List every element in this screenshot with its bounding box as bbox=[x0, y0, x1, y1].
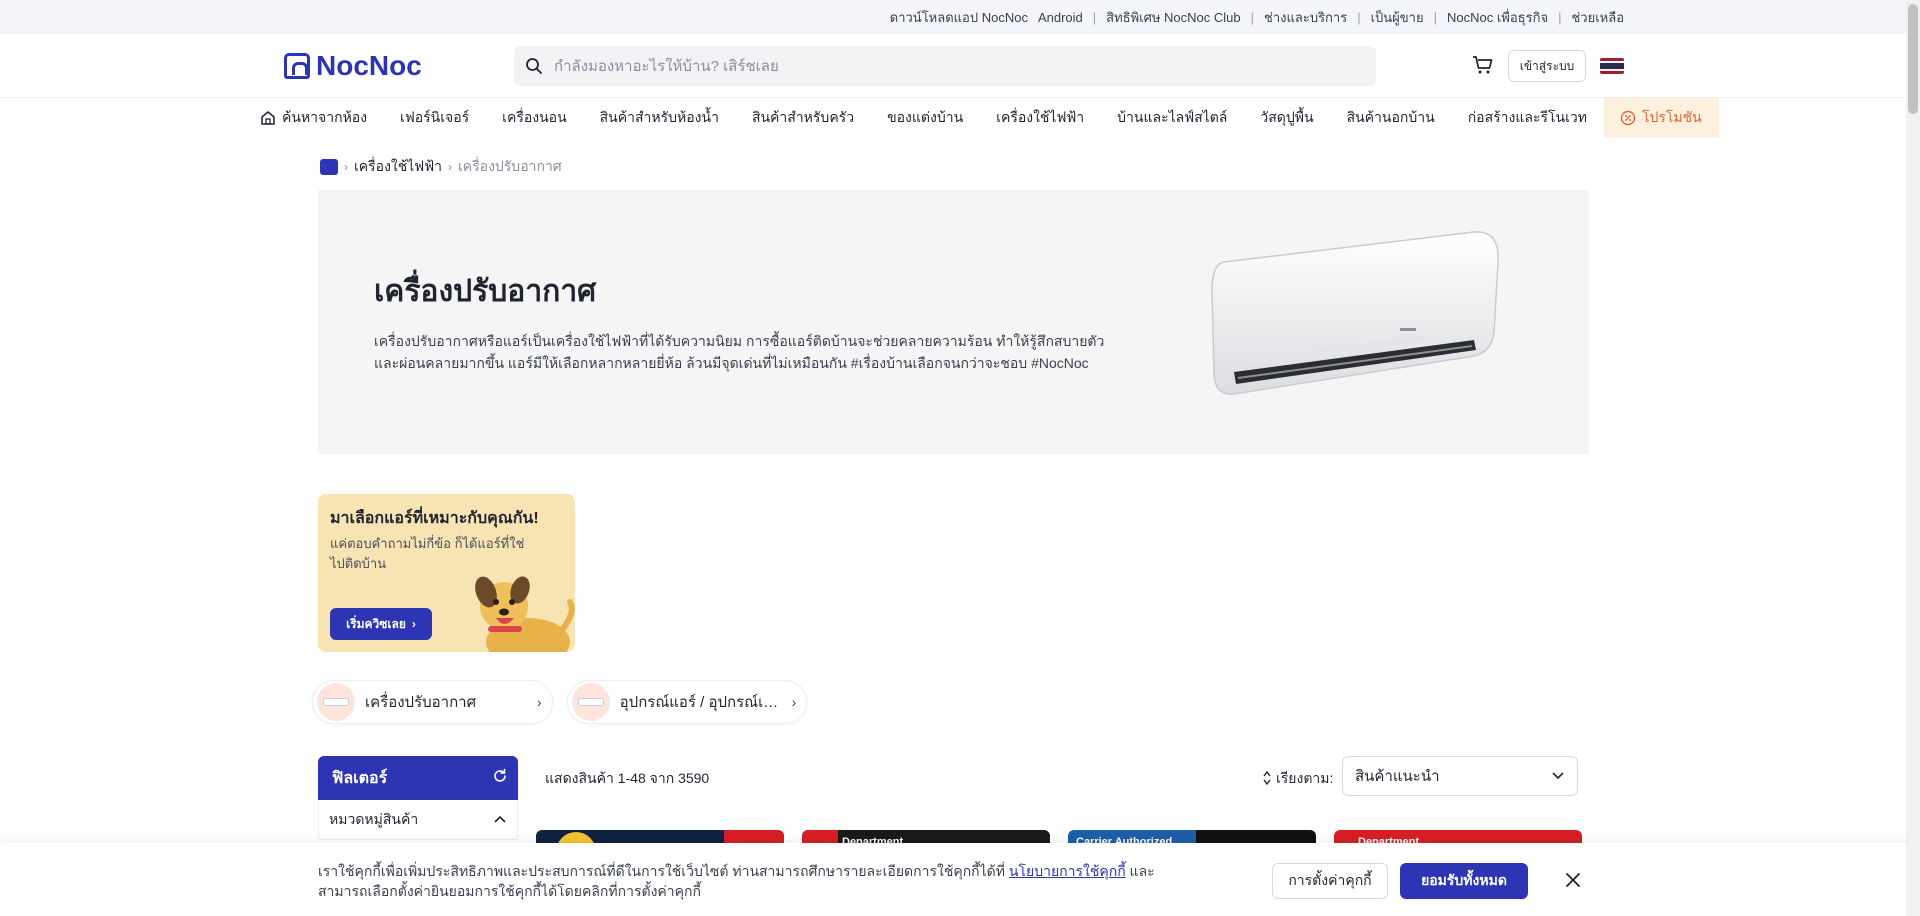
ac-accessory-thumbnail bbox=[571, 683, 610, 721]
subcategory-chips: เครื่องปรับอากาศ › อุปกรณ์แอร์ / อุปกรณ์… bbox=[312, 680, 808, 724]
accept-all-cookies-button[interactable]: ยอมรับทั้งหมด bbox=[1400, 863, 1528, 899]
topbar-separator: | bbox=[1092, 9, 1097, 25]
cookie-banner: เราใช้คุกกี้เพื่อเพิ่มประสิทธิภาพและประส… bbox=[0, 843, 1920, 916]
sort-dropdown[interactable]: สินค้าแนะนำ bbox=[1342, 756, 1578, 796]
search-bar[interactable] bbox=[514, 46, 1376, 86]
breadcrumb: › เครื่องใช้ไฟฟ้า › เครื่องปรับอากาศ bbox=[320, 156, 562, 178]
thai-flag-icon[interactable] bbox=[1600, 58, 1624, 74]
android-link[interactable]: Android bbox=[1038, 10, 1083, 25]
sort-label-text: เรียงตาม: bbox=[1276, 770, 1334, 786]
main-nav: ค้นหาจากห้อง เฟอร์นิเจอร์ เครื่องนอน สิน… bbox=[244, 98, 1719, 138]
chip-air-conditioner[interactable]: เครื่องปรับอากาศ › bbox=[312, 680, 553, 724]
filter-title: ฟิลเตอร์ bbox=[332, 769, 388, 787]
chip-label: อุปกรณ์แอร์ / อุปกรณ์เสริมแอร์ bbox=[619, 694, 786, 711]
refresh-icon[interactable] bbox=[492, 768, 508, 789]
discount-icon bbox=[1620, 110, 1636, 126]
search-icon[interactable] bbox=[514, 46, 554, 86]
page-scrollbar[interactable] bbox=[1906, 0, 1920, 916]
category-hero: เครื่องปรับอากาศ เครื่องปรับอากาศหรือแอร… bbox=[318, 190, 1589, 454]
ac-quiz-card: มาเลือกแอร์ที่เหมาะกับคุณกัน! แค่ตอบคำถา… bbox=[318, 494, 575, 652]
breadcrumb-current[interactable]: เครื่องปรับอากาศ bbox=[458, 156, 562, 178]
site-header: NocNoc เข้าสู่ระบบ bbox=[0, 34, 1920, 98]
business-link[interactable]: NocNoc เพื่อธุรกิจ bbox=[1447, 7, 1548, 28]
chevron-right-icon: › bbox=[791, 694, 797, 710]
ac-thumbnail bbox=[317, 683, 355, 721]
chip-ac-accessories[interactable]: อุปกรณ์แอร์ / อุปกรณ์เสริมแอร์ › bbox=[566, 680, 808, 724]
room-house-icon bbox=[260, 110, 276, 126]
filter-header: ฟิลเตอร์ bbox=[318, 756, 518, 800]
chevron-right-icon: › bbox=[411, 617, 416, 631]
nav-item-shop-by-room[interactable]: ค้นหาจากห้อง bbox=[244, 98, 384, 138]
search-input[interactable] bbox=[554, 57, 1376, 75]
nav-item-promotion[interactable]: โปรโมชัน bbox=[1603, 98, 1719, 138]
nav-item-kitchen[interactable]: สินค้าสำหรับครัว bbox=[736, 98, 871, 138]
logo-house-icon bbox=[284, 53, 310, 79]
start-quiz-button[interactable]: เริ่มควิซเลย › bbox=[330, 608, 432, 640]
topbar-links: ดาวน์โหลดแอป NocNoc Android | สิทธิพิเศษ… bbox=[890, 0, 1624, 34]
download-app-link[interactable]: ดาวน์โหลดแอป NocNoc bbox=[890, 7, 1028, 28]
topbar-separator: | bbox=[1250, 9, 1255, 25]
nav-item-appliances[interactable]: เครื่องใช้ไฟฟ้า bbox=[980, 98, 1101, 138]
login-button[interactable]: เข้าสู่ระบบ bbox=[1508, 50, 1586, 82]
nav-item-bathroom[interactable]: สินค้าสำหรับห้องน้ำ bbox=[584, 98, 736, 138]
topbar-separator: | bbox=[1558, 9, 1562, 25]
become-seller-link[interactable]: เป็นผู้ขาย bbox=[1371, 7, 1424, 28]
logo-text: NocNoc bbox=[316, 50, 422, 81]
help-link[interactable]: ช่วยเหลือ bbox=[1571, 7, 1624, 28]
scrollbar-thumb[interactable] bbox=[1908, 4, 1918, 114]
cookie-text-before: เราใช้คุกกี้เพื่อเพิ่มประสิทธิภาพและประส… bbox=[318, 863, 1009, 879]
chevron-right-icon: › bbox=[344, 160, 348, 174]
nav-item-home-decor[interactable]: ของแต่งบ้าน bbox=[871, 98, 980, 138]
home-icon[interactable] bbox=[320, 159, 338, 175]
result-count: แสดงสินค้า 1-48 จาก 3590 bbox=[545, 770, 710, 786]
chevron-up-icon bbox=[493, 811, 507, 829]
sort-label: เรียงตาม: bbox=[1262, 768, 1333, 790]
nav-item-furniture[interactable]: เฟอร์นิเจอร์ bbox=[384, 98, 486, 138]
quiz-subtitle: แค่ตอบคำถามไม่กี่ข้อ ก็ได้แอร์ที่ใช่ไปติ… bbox=[330, 536, 525, 571]
cookie-policy-link[interactable]: นโยบายการใช้คุกกี้ bbox=[1009, 863, 1126, 879]
nav-item-flooring[interactable]: วัสดุปูพื้น bbox=[1244, 98, 1330, 138]
filter-section-label: หมวดหมู่สินค้า bbox=[329, 810, 419, 827]
chevron-right-icon: › bbox=[447, 160, 452, 174]
breadcrumb-appliances[interactable]: เครื่องใช้ไฟฟ้า bbox=[354, 156, 442, 178]
nav-label: ค้นหาจากห้อง bbox=[282, 109, 368, 125]
nav-item-outdoor[interactable]: สินค้านอกบ้าน bbox=[1331, 98, 1452, 138]
nocnoc-club-link[interactable]: สิทธิพิเศษ NocNoc Club bbox=[1106, 7, 1240, 28]
services-link[interactable]: ช่างและบริการ bbox=[1264, 7, 1347, 28]
cookie-message: เราใช้คุกกี้เพื่อเพิ่มประสิทธิภาพและประส… bbox=[318, 861, 1158, 901]
close-icon[interactable] bbox=[1558, 865, 1588, 895]
topbar-separator: | bbox=[1357, 9, 1361, 25]
start-quiz-label: เริ่มควิซเลย bbox=[346, 616, 406, 631]
air-conditioner-image bbox=[1211, 231, 1499, 395]
sort-selected-value: สินค้าแนะนำ bbox=[1355, 768, 1440, 785]
sort-icon bbox=[1262, 770, 1272, 789]
category-description: เครื่องปรับอากาศหรือแอร์เป็นเครื่องใช้ไฟ… bbox=[374, 333, 1105, 371]
filter-category-section[interactable]: หมวดหมู่สินค้า bbox=[318, 800, 518, 840]
chip-label: เครื่องปรับอากาศ bbox=[365, 694, 477, 711]
chevron-right-icon: › bbox=[537, 694, 542, 710]
nav-item-construction[interactable]: ก่อสร้างและรีโนเวท bbox=[1452, 98, 1604, 138]
quiz-title: มาเลือกแอร์ที่เหมาะกับคุณกัน! bbox=[330, 510, 539, 527]
topbar-separator: | bbox=[1433, 9, 1437, 25]
nocnoc-logo[interactable]: NocNoc bbox=[284, 50, 422, 82]
cart-icon[interactable] bbox=[1470, 52, 1496, 78]
dog-mascot-illustration bbox=[475, 576, 575, 652]
nav-label: โปรโมชัน bbox=[1641, 109, 1702, 125]
top-utility-bar: ดาวน์โหลดแอป NocNoc Android | สิทธิพิเศษ… bbox=[0, 0, 1920, 34]
cookie-settings-button[interactable]: การตั้งค่าคุกกี้ bbox=[1272, 863, 1388, 899]
nav-item-bedding[interactable]: เครื่องนอน bbox=[486, 98, 583, 138]
chevron-down-icon bbox=[1551, 768, 1565, 785]
page-title: เครื่องปรับอากาศ bbox=[374, 275, 597, 308]
nav-item-home-lifestyle[interactable]: บ้านและไลฟ์สไตล์ bbox=[1101, 98, 1244, 138]
